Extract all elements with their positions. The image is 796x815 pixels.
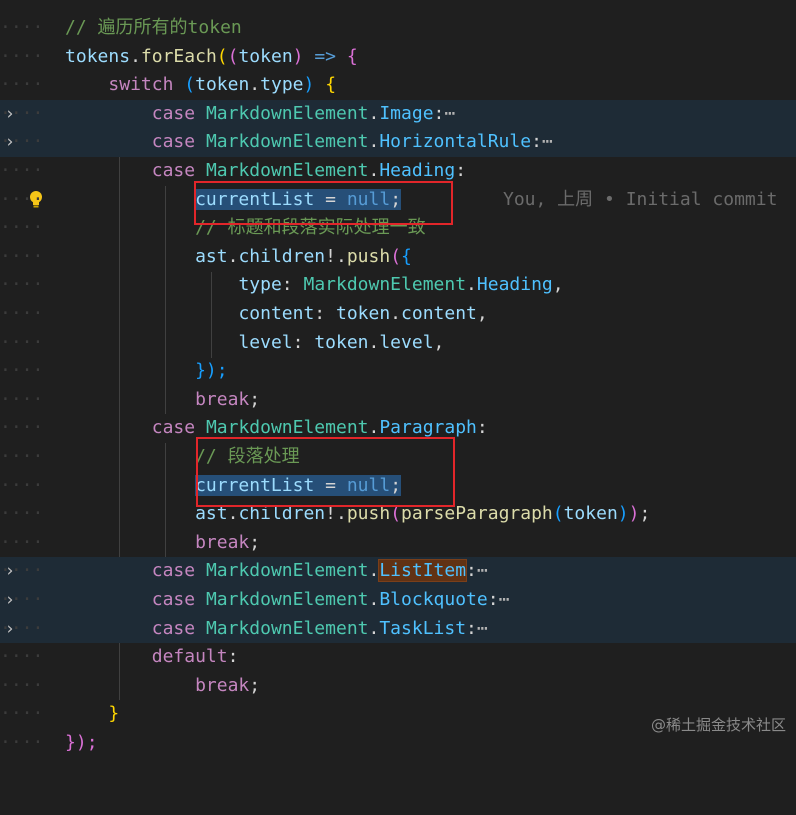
code-line-5[interactable]: › ···· case MarkdownElement.HorizontalRu…: [0, 128, 796, 157]
code-line-10[interactable]: ···· type: MarkdownElement.Heading,: [0, 271, 796, 300]
highlight-box: [194, 181, 453, 225]
code-line-22[interactable]: › ···· case MarkdownElement.TaskList:⋯: [0, 614, 796, 644]
folded-ellipsis[interactable]: ⋯: [477, 560, 488, 581]
code-line-13[interactable]: ···· });: [0, 357, 796, 386]
highlight-box: [196, 437, 455, 507]
code-line-1[interactable]: ···· // 遍历所有的token: [0, 14, 796, 43]
code-line-24[interactable]: ···· break;: [0, 672, 796, 701]
code-line-23[interactable]: ···· default:: [0, 643, 796, 672]
folded-ellipsis[interactable]: ⋯: [477, 618, 488, 639]
code-editor[interactable]: ···· // 遍历所有的token ···· tokens.forEach((…: [0, 0, 796, 753]
code-line-9[interactable]: ···· ast.children!.push({: [0, 243, 796, 272]
code-line-19[interactable]: ···· break;: [0, 529, 796, 558]
folded-ellipsis[interactable]: ⋯: [444, 103, 455, 124]
code-line-2[interactable]: ···· tokens.forEach((token) => {: [0, 43, 796, 72]
git-blame-annotation: You, 上周 • Initial commit: [503, 188, 778, 210]
watermark: @稀土掘金技术社区: [650, 716, 786, 734]
code-line-21[interactable]: › ···· case MarkdownElement.Blockquote:⋯: [0, 586, 796, 615]
code-line-20[interactable]: › ···· case MarkdownElement.ListItem:⋯: [0, 557, 796, 586]
code-line-3[interactable]: ···· switch (token.type) {: [0, 71, 796, 100]
code-line-4[interactable]: › ···· case MarkdownElement.Image:⋯: [0, 99, 796, 129]
code-line-14[interactable]: ···· break;: [0, 386, 796, 415]
comment: // 遍历所有的token: [65, 17, 242, 38]
code-line-11[interactable]: ···· content: token.content,: [0, 300, 796, 329]
folded-ellipsis[interactable]: ⋯: [542, 131, 553, 152]
folded-ellipsis[interactable]: ⋯: [499, 589, 510, 610]
code-line-12[interactable]: ···· level: token.level,: [0, 329, 796, 358]
